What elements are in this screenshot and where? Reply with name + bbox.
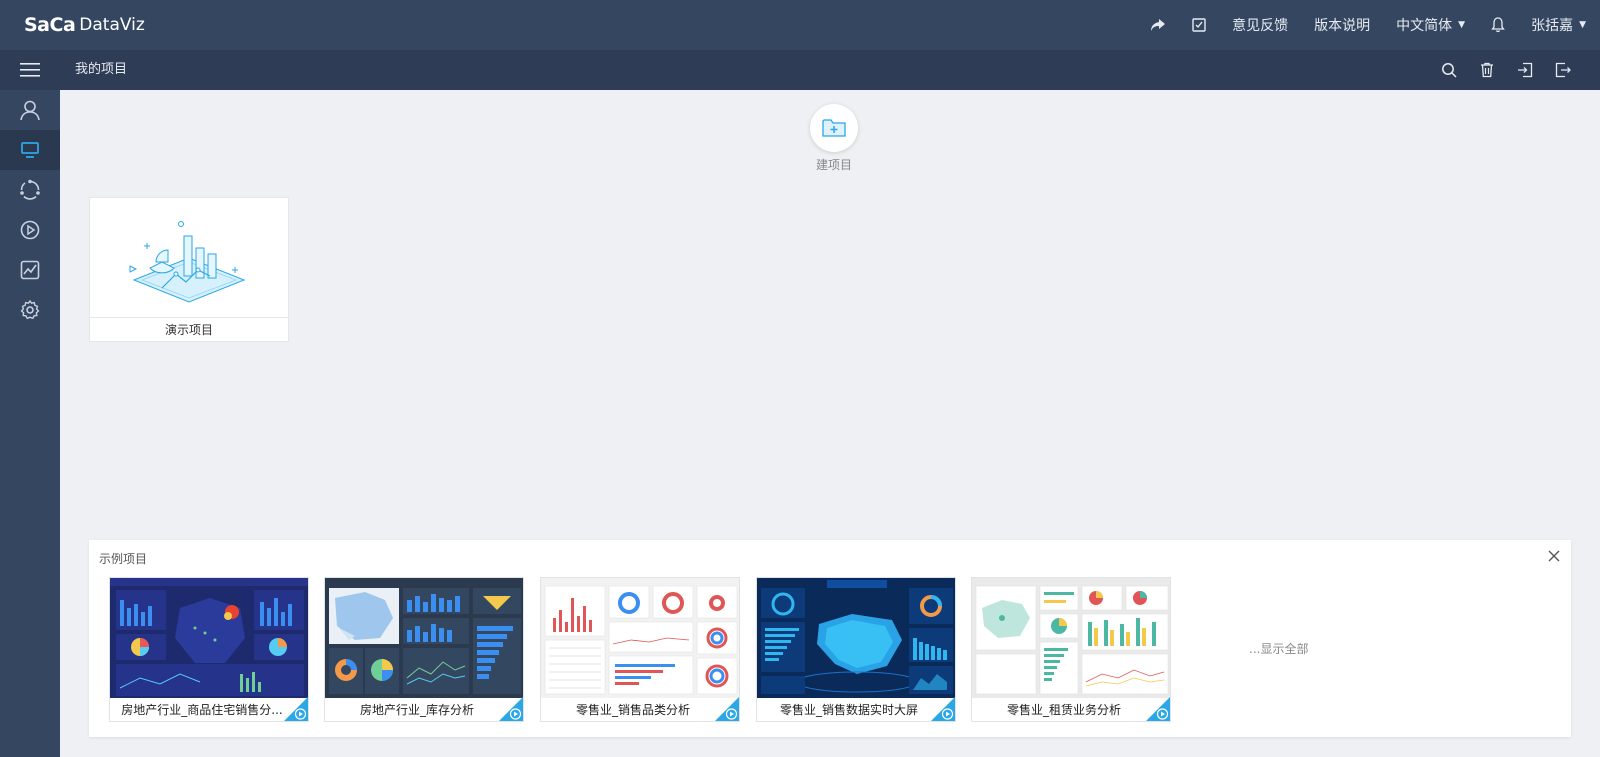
sample-card[interactable]: 零售业_销售数据实时大屏 — [756, 577, 956, 722]
show-all-link[interactable]: ...显示全部 — [1249, 640, 1308, 657]
language-label: 中文简体 — [1396, 18, 1453, 34]
project-thumbnail — [90, 198, 288, 318]
monitor-icon — [21, 142, 39, 158]
close-icon[interactable] — [1547, 548, 1561, 562]
logo-bold: SaCa — [24, 14, 76, 36]
sidebar-item-play[interactable] — [0, 210, 60, 250]
sidebar-item-settings[interactable] — [0, 290, 60, 330]
release-notes-link[interactable]: 版本说明 — [1314, 15, 1370, 35]
sample-thumbnail — [541, 578, 739, 698]
chevron-down-icon: ▼ — [1579, 20, 1586, 30]
line-chart-icon — [20, 260, 40, 280]
top-nav: 意见反馈 版本说明 中文简体 ▼ 张括嘉 ▼ — [1124, 0, 1586, 50]
sidebar-item-projects[interactable] — [0, 130, 60, 170]
sample-card[interactable]: 零售业_租赁业务分析 — [971, 577, 1171, 722]
sample-card[interactable]: 零售业_销售品类分析 — [540, 577, 740, 722]
sample-name: 零售业_销售品类分析 — [575, 703, 690, 717]
hamburger-icon[interactable] — [0, 50, 60, 90]
share-icon[interactable] — [1150, 18, 1166, 32]
export-icon[interactable] — [1544, 62, 1582, 78]
sample-name: 零售业_租赁业务分析 — [1006, 703, 1121, 717]
main-area: 建项目 演示项目 示例项目 房地产行业_商品住宅销售分... 房地产行业_库存分… — [60, 90, 1600, 757]
sample-name: 零售业_销售数据实时大屏 — [779, 703, 918, 717]
trash-icon[interactable] — [1468, 62, 1506, 78]
search-icon[interactable] — [1430, 62, 1468, 78]
sample-thumbnail — [757, 578, 955, 698]
user-icon — [20, 100, 40, 121]
project-name: 演示项目 — [164, 323, 213, 337]
sample-name: 房地产行业_库存分析 — [359, 703, 474, 717]
new-folder-icon — [810, 104, 858, 152]
play-badge-icon — [284, 697, 308, 721]
play-badge-icon — [1146, 697, 1170, 721]
sample-thumbnail — [110, 578, 308, 698]
sample-projects-title: 示例项目 — [99, 552, 148, 566]
sidebar — [0, 90, 60, 757]
sample-card[interactable]: 房地产行业_商品住宅销售分... — [109, 577, 309, 722]
project-chart-illustration-icon — [129, 220, 246, 303]
sample-card[interactable]: 房地产行业_库存分析 — [324, 577, 524, 722]
sidebar-item-charts[interactable] — [0, 250, 60, 290]
sample-name: 房地产行业_商品住宅销售分... — [121, 703, 283, 717]
checklist-icon[interactable] — [1192, 18, 1206, 32]
project-card[interactable]: 演示项目 — [89, 197, 289, 342]
top-bar: SaCa DataViz 意见反馈 版本说明 中文简体 ▼ 张括嘉 ▼ — [0, 0, 1600, 50]
bell-icon[interactable] — [1491, 17, 1505, 33]
new-project-button[interactable]: 建项目 — [804, 104, 864, 173]
sub-bar: 我的项目 — [0, 50, 1600, 90]
import-icon[interactable] — [1506, 62, 1544, 78]
play-circle-icon — [20, 220, 40, 240]
logo-text: DataViz — [79, 15, 145, 35]
sidebar-item-datasource[interactable] — [0, 170, 60, 210]
breadcrumb: 我的项目 — [75, 62, 128, 77]
sub-toolbar — [1430, 50, 1582, 90]
chevron-down-icon: ▼ — [1458, 20, 1466, 30]
cycle-icon — [20, 179, 40, 200]
sidebar-item-user[interactable] — [0, 90, 60, 130]
gear-icon — [20, 299, 40, 320]
play-badge-icon — [931, 697, 955, 721]
user-menu[interactable]: 张括嘉 ▼ — [1531, 15, 1586, 35]
feedback-link[interactable]: 意见反馈 — [1232, 15, 1288, 35]
sample-projects-panel: 示例项目 房地产行业_商品住宅销售分... 房地产行业_库存分析 零售业_销售品… — [89, 540, 1571, 737]
sample-thumbnail — [972, 578, 1170, 698]
play-badge-icon — [499, 697, 523, 721]
language-select[interactable]: 中文简体 ▼ — [1396, 15, 1465, 35]
sample-thumbnail — [325, 578, 523, 698]
app-logo[interactable]: SaCa DataViz — [24, 12, 145, 38]
new-project-label: 建项目 — [815, 158, 852, 172]
play-badge-icon — [715, 697, 739, 721]
user-name: 张括嘉 — [1531, 18, 1574, 34]
